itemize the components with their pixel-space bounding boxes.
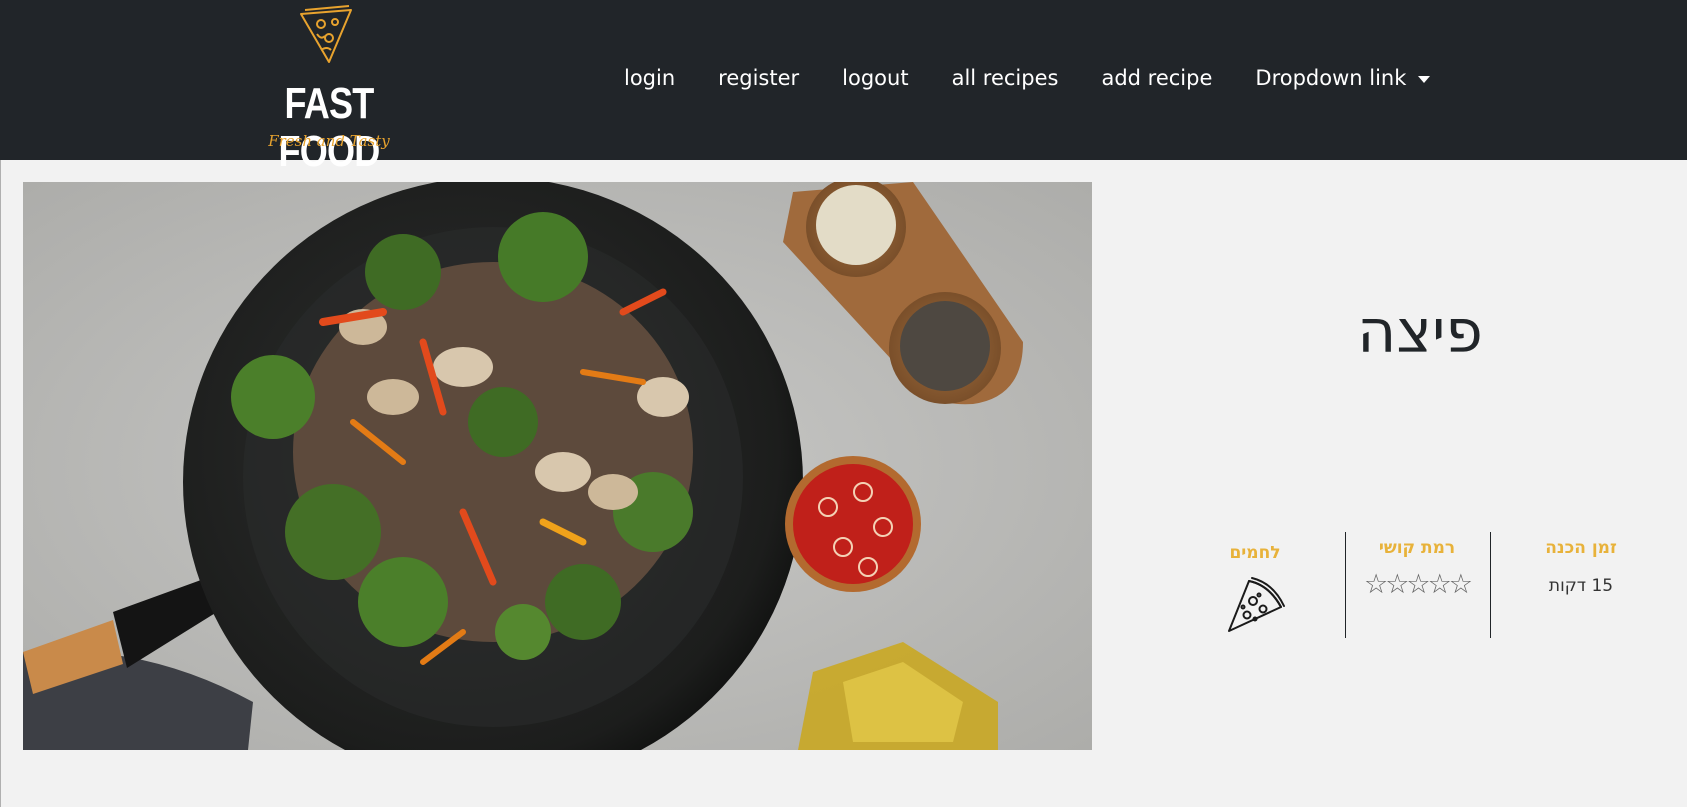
brand-logo[interactable]: FAST FOOD Fresh and Tasty: [237, 4, 421, 176]
nav-dropdown-toggle[interactable]: Dropdown link: [1255, 62, 1431, 94]
pizza-logo-icon: [300, 5, 352, 63]
page-left-border: [0, 160, 1, 807]
prep-time-value: 15 דקות: [1548, 576, 1614, 596]
difficulty-label: רמת קושי: [1378, 538, 1456, 558]
prep-time-label: זמן הכנה: [1545, 538, 1617, 558]
nav-register-link[interactable]: register: [718, 62, 799, 94]
nav-add-recipe-link[interactable]: add recipe: [1101, 62, 1212, 94]
difficulty-section: רמת קושי ☆☆☆☆☆: [1354, 536, 1480, 600]
nav-all-recipes-link[interactable]: all recipes: [952, 62, 1059, 94]
stir-fry-photo: [23, 182, 1092, 750]
recipe-title: פיצה: [1357, 297, 1483, 367]
difficulty-stars: ☆☆☆☆☆: [1363, 569, 1473, 600]
dropdown-label: Dropdown link: [1255, 66, 1407, 90]
nav-logout-link[interactable]: logout: [842, 62, 908, 94]
category-label: לחמים: [1229, 543, 1281, 563]
navbar: FAST FOOD Fresh and Tasty login register…: [0, 0, 1687, 176]
caret-down-icon: [1418, 75, 1431, 83]
info-divider: [1490, 532, 1491, 638]
logo-title: FAST FOOD: [278, 79, 381, 176]
logo-tagline: Fresh and Tasty: [268, 132, 390, 150]
prep-time-section: זמן הכנה 15 דקות: [1520, 536, 1642, 598]
nav-links: login register logout all recipes add re…: [624, 62, 1431, 94]
nav-login-link[interactable]: login: [624, 62, 675, 94]
recipe-image: [23, 182, 1092, 750]
info-divider: [1345, 532, 1346, 638]
category-section: לחמים: [1204, 541, 1306, 635]
pizza-slice-icon: [1228, 577, 1285, 632]
